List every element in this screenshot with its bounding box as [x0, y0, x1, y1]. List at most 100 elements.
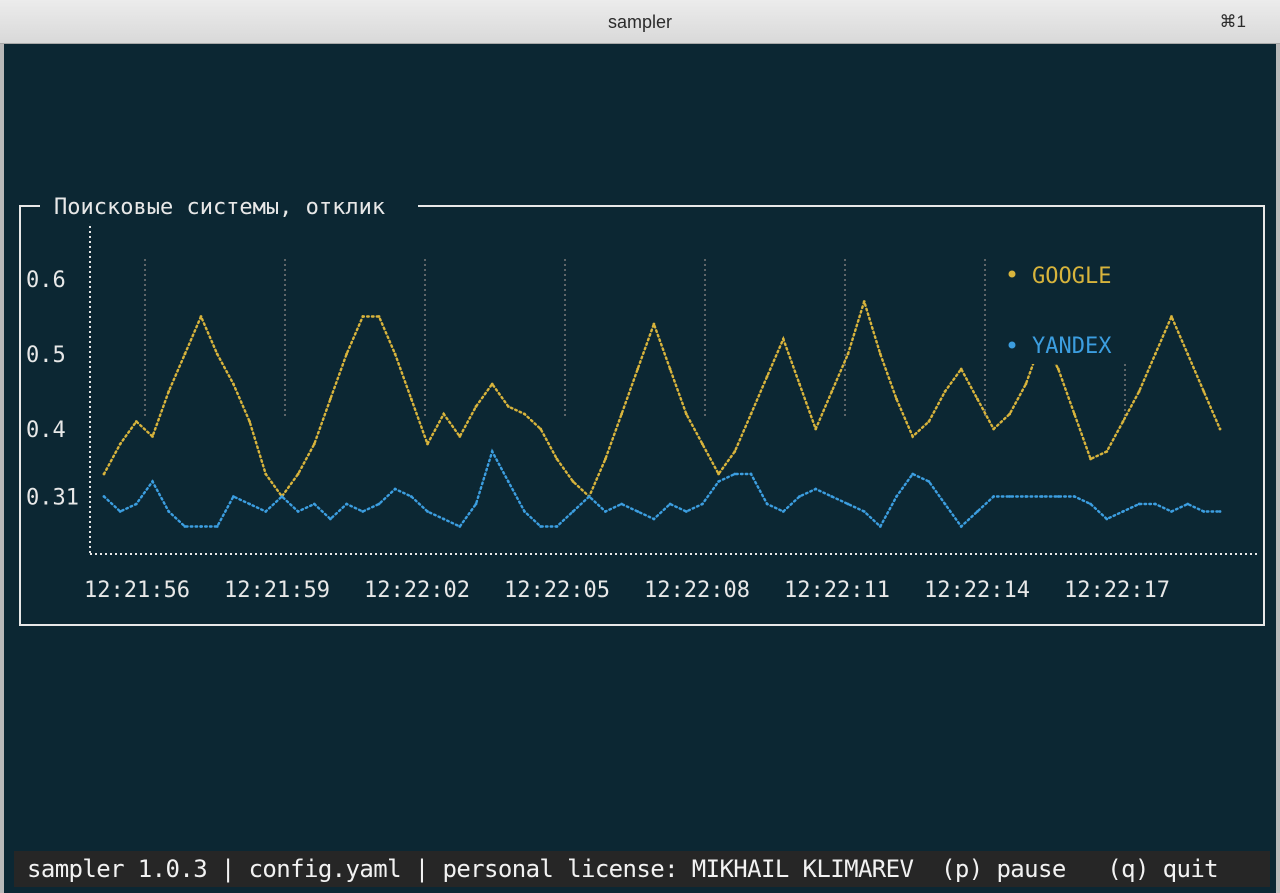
y-tick-label: 0.6: [26, 268, 66, 293]
data-point-google: [636, 367, 640, 371]
data-point-yandex: [426, 510, 429, 513]
data-point-google: [409, 397, 413, 401]
data-point-yandex: [167, 510, 171, 513]
x-tick-label: 12:21:56: [84, 578, 190, 603]
data-point-yandex: [652, 517, 656, 521]
data-point-yandex: [151, 480, 154, 483]
data-point-yandex: [878, 525, 882, 528]
data-point-google: [684, 412, 688, 416]
data-point-google: [248, 420, 252, 423]
x-tick-labels: 12:21:56 12:21:59 12:22:02 12:22:05 12:22:08…: [84, 578, 1170, 603]
data-point-yandex: [684, 510, 688, 513]
terminal-area[interactable]: Поисковые системы, отклик 0.6 0.5 0.4 0.31 …: [4, 44, 1276, 893]
data-point-yandex: [248, 502, 252, 506]
data-point-google: [490, 382, 494, 386]
data-point-google: [296, 472, 300, 476]
data-point-yandex: [1008, 495, 1012, 498]
data-point-yandex: [895, 495, 898, 498]
y-tick-label: 0.5: [26, 343, 66, 368]
data-point-yandex: [1186, 502, 1190, 506]
data-point-google: [798, 382, 801, 386]
data-point-yandex: [1056, 495, 1060, 498]
data-point-yandex: [199, 525, 203, 528]
data-point-yandex: [232, 495, 235, 498]
data-point-google: [895, 397, 898, 401]
data-point-yandex: [1170, 510, 1173, 513]
data-point-google: [215, 352, 219, 356]
data-point-google: [814, 427, 818, 431]
data-point-yandex: [620, 502, 623, 506]
data-point-google: [458, 435, 462, 438]
data-point-yandex: [296, 510, 300, 513]
data-point-google: [377, 315, 381, 318]
data-point-yandex: [1024, 495, 1028, 498]
data-point-google: [620, 412, 623, 416]
data-point-google: [264, 472, 268, 476]
legend: GOOGLE YANDEX: [1000, 254, 1126, 364]
data-point-yandex: [911, 472, 915, 476]
data-point-yandex: [765, 502, 769, 506]
data-point-yandex: [976, 510, 979, 513]
data-point-yandex: [345, 502, 348, 506]
window-title: sampler: [607, 12, 673, 32]
data-point-google: [976, 397, 979, 401]
window-shortcut: ⌘1: [1219, 12, 1246, 31]
legend-google-dot: [1008, 270, 1016, 278]
data-point-google: [1073, 412, 1076, 416]
data-point-google: [765, 375, 769, 378]
data-point-google: [1008, 412, 1012, 416]
data-point-google: [393, 352, 397, 356]
data-point-google: [571, 480, 575, 483]
data-point-yandex: [571, 510, 575, 513]
data-point-google: [134, 420, 138, 423]
data-point-google: [878, 352, 882, 356]
tick-marks: [144, 259, 1126, 416]
data-point-google: [118, 442, 122, 446]
data-point-yandex: [393, 487, 397, 491]
series-line-yandex: [102, 448, 1222, 529]
data-point-yandex: [118, 510, 122, 513]
data-point-google: [717, 472, 720, 476]
data-point-google: [506, 405, 510, 408]
data-point-google: [1056, 367, 1060, 371]
data-point-yandex: [361, 510, 365, 513]
data-point-google: [1137, 390, 1141, 393]
data-point-yandex: [506, 480, 510, 483]
data-point-google: [426, 442, 429, 446]
data-point-google: [1121, 420, 1125, 423]
data-point-yandex: [943, 502, 947, 506]
x-tick-label: 12:22:17: [1064, 578, 1170, 603]
data-point-google: [911, 435, 915, 438]
data-point-yandex: [409, 495, 413, 498]
data-point-yandex: [798, 495, 801, 498]
data-point-yandex: [959, 525, 963, 528]
data-point-google: [992, 427, 995, 431]
data-point-yandex: [668, 502, 672, 506]
data-point-yandex: [1121, 510, 1125, 513]
data-point-yandex: [733, 472, 737, 476]
data-point-yandex: [604, 510, 607, 513]
data-point-google: [1202, 390, 1206, 393]
data-point-yandex: [814, 487, 818, 491]
data-point-yandex: [215, 525, 219, 528]
data-point-google: [1024, 382, 1028, 386]
x-tick-label: 12:22:14: [924, 578, 1030, 603]
x-tick-label: 12:22:11: [784, 578, 890, 603]
data-point-yandex: [862, 510, 866, 513]
data-point-yandex: [523, 510, 526, 513]
data-point-google: [183, 352, 187, 356]
y-tick-labels: 0.6 0.5 0.4 0.31: [26, 268, 79, 511]
response-chart: Поисковые системы, отклик 0.60.50.40.31 …: [19, 192, 1265, 626]
status-text: sampler 1.0.3 | config.yaml | personal l…: [27, 855, 1219, 883]
data-point-yandex: [312, 502, 316, 506]
data-point-google: [102, 472, 106, 476]
data-point-yandex: [474, 502, 478, 506]
data-point-google: [361, 315, 365, 318]
data-point-yandex: [1202, 510, 1206, 513]
y-tick-label: 0.4: [26, 418, 66, 443]
data-point-yandex: [992, 495, 995, 498]
data-point-yandex: [539, 525, 543, 528]
window-titlebar[interactable]: sampler ⌘1: [0, 0, 1280, 44]
data-point-google: [151, 435, 154, 438]
data-point-yandex: [717, 480, 720, 483]
